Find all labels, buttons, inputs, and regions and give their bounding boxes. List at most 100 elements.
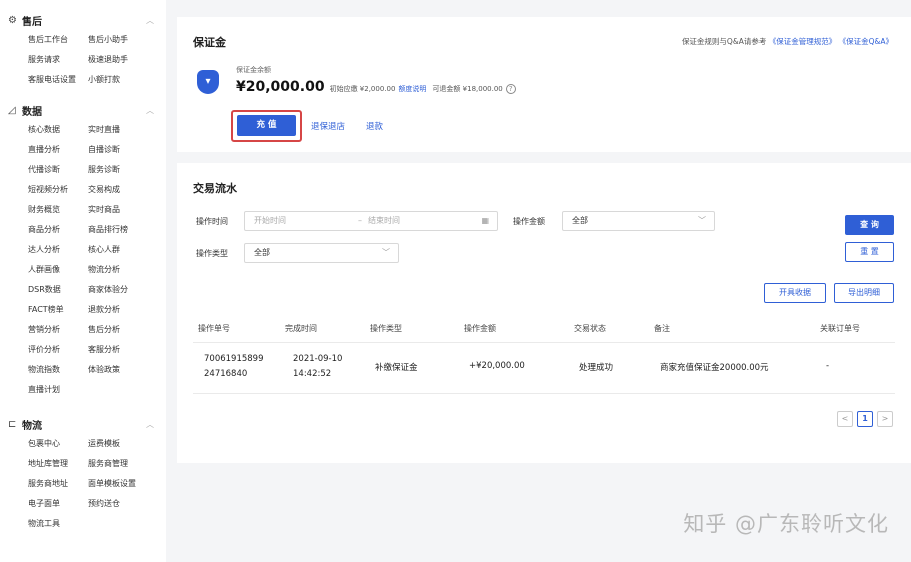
complete-time-date: 2021-09-10: [293, 354, 343, 364]
table-row-divider: [193, 393, 895, 394]
next-page-button[interactable]: >: [877, 411, 893, 427]
column-header: 备注: [654, 324, 670, 333]
chevron-up-icon[interactable]: ︿: [146, 15, 166, 26]
export-button[interactable]: 导出明细: [834, 283, 894, 303]
sidebar-item[interactable]: 物流指数: [28, 360, 88, 380]
order-number: 70061915899: [204, 354, 264, 364]
sidebar-item[interactable]: 物流工具: [28, 514, 88, 534]
sidebar-item[interactable]: 交易构成: [88, 180, 158, 200]
column-header: 操作类型: [370, 324, 402, 333]
range-separator: –: [358, 216, 362, 225]
amount-filter-label: 操作金额: [513, 217, 545, 226]
nav-group-header[interactable]: ⊏ 物流 ︿: [0, 414, 166, 434]
sidebar-item[interactable]: 评价分析: [28, 340, 88, 360]
sidebar-item[interactable]: 包裹中心: [28, 434, 88, 454]
nav-group-logistics: ⊏ 物流 ︿ 包裹中心 运费模板 地址库管理 服务商管理 服务商地址 面单模板设…: [0, 414, 166, 534]
sidebar: ⚙ 售后 ︿ 售后工作台 售后小助手 服务请求 极速退助手 客服电话设置 小额打…: [0, 0, 166, 562]
amount-select[interactable]: 全部 ﹀: [562, 211, 715, 231]
chevron-up-icon[interactable]: ︿: [146, 419, 166, 430]
page-number-button[interactable]: 1: [857, 411, 873, 427]
initial-due: 初始应缴 ¥2,000.00: [329, 85, 396, 93]
withdrawable-amount: 可退金额 ¥18,000.00: [432, 85, 503, 93]
sidebar-item[interactable]: 人群画像: [28, 260, 88, 280]
sidebar-item[interactable]: 预约送仓: [88, 494, 158, 514]
nav-group-header[interactable]: ◿ 数据 ︿: [0, 100, 166, 120]
nav-group-header[interactable]: ⚙ 售后 ︿: [0, 10, 166, 30]
sidebar-item[interactable]: 售后工作台: [28, 30, 88, 50]
sidebar-item[interactable]: 自播诊断: [88, 140, 158, 160]
remark: 商家充值保证金20000.00元: [660, 363, 769, 373]
deposit-qa-link[interactable]: 《保证金Q&A》: [839, 37, 893, 46]
sidebar-item[interactable]: FACT榜单: [28, 300, 88, 320]
deposit-title: 保证金: [193, 36, 226, 49]
refund-store-link[interactable]: 退保退店: [311, 120, 345, 132]
transaction-flow-card: 交易流水 操作时间 开始时间 – 结束时间 ▦ 操作金额 全部 ﹀ 查 询 操作…: [177, 163, 911, 463]
query-button[interactable]: 查 询: [845, 215, 894, 235]
sidebar-item[interactable]: 商品分析: [28, 220, 88, 240]
table-header-divider: [193, 342, 895, 343]
column-header: 操作金额: [464, 324, 496, 333]
sidebar-item[interactable]: 退款分析: [88, 300, 158, 320]
flow-title: 交易流水: [193, 182, 237, 195]
truck-icon: ⊏: [8, 418, 17, 430]
sidebar-item[interactable]: 物流分析: [88, 260, 158, 280]
sidebar-item[interactable]: 财务概览: [28, 200, 88, 220]
sidebar-item[interactable]: 客服电话设置: [28, 70, 88, 90]
date-range-picker[interactable]: 开始时间 – 结束时间 ▦: [244, 211, 498, 231]
prev-page-button[interactable]: <: [837, 411, 853, 427]
sidebar-item[interactable]: 电子面单: [28, 494, 88, 514]
nav-group-title: 数据: [22, 106, 42, 118]
sidebar-item[interactable]: 地址库管理: [28, 454, 88, 474]
column-header: 交易状态: [574, 324, 606, 333]
column-header: 操作单号: [198, 324, 230, 333]
sidebar-item[interactable]: 小额打款: [88, 70, 158, 90]
sidebar-item[interactable]: 服务诊断: [88, 160, 158, 180]
operation-amount: +¥20,000.00: [469, 361, 525, 371]
sidebar-item[interactable]: 实时商品: [88, 200, 158, 220]
calendar-icon: ▦: [481, 216, 489, 225]
sidebar-item[interactable]: 营销分析: [28, 320, 88, 340]
sidebar-item[interactable]: 核心人群: [88, 240, 158, 260]
related-order: -: [826, 361, 830, 371]
sidebar-item[interactable]: 短视频分析: [28, 180, 88, 200]
type-filter-label: 操作类型: [196, 249, 228, 258]
sidebar-item[interactable]: 面单模板设置: [88, 474, 158, 494]
chevron-up-icon[interactable]: ︿: [146, 105, 166, 116]
type-select[interactable]: 全部 ﹀: [244, 243, 399, 263]
time-filter-label: 操作时间: [196, 217, 228, 226]
amount-select-value: 全部: [572, 216, 588, 225]
sidebar-item[interactable]: 服务请求: [28, 50, 88, 70]
nav-group-title: 售后: [22, 16, 42, 28]
sidebar-item[interactable]: 商品排行榜: [88, 220, 158, 240]
sidebar-item[interactable]: 实时直播: [88, 120, 158, 140]
sidebar-item[interactable]: 客服分析: [88, 340, 158, 360]
nav-group-data: ◿ 数据 ︿ 核心数据 实时直播 直播分析 自播诊断 代播诊断 服务诊断 短视频…: [0, 100, 166, 400]
sidebar-item[interactable]: 售后分析: [88, 320, 158, 340]
sidebar-item[interactable]: 体验政策: [88, 360, 158, 380]
sidebar-item[interactable]: 售后小助手: [88, 30, 158, 50]
complete-time-clock: 14:42:52: [293, 369, 332, 379]
balance-amount: ¥20,000.00: [236, 79, 325, 95]
sidebar-item[interactable]: DSR数据: [28, 280, 88, 300]
sidebar-item[interactable]: 直播分析: [28, 140, 88, 160]
reset-button[interactable]: 重 置: [845, 242, 894, 262]
sidebar-item[interactable]: 极速退助手: [88, 50, 158, 70]
deposit-rule-link[interactable]: 《保证金管理规范》: [769, 37, 837, 46]
help-icon[interactable]: ?: [505, 84, 516, 94]
invoice-button[interactable]: 开具收据: [764, 283, 826, 303]
start-time-placeholder: 开始时间: [254, 216, 286, 225]
sidebar-item[interactable]: 服务商地址: [28, 474, 88, 494]
sidebar-item[interactable]: 核心数据: [28, 120, 88, 140]
sidebar-item[interactable]: 服务商管理: [88, 454, 158, 474]
deposit-card: 保证金 保证金规则与Q&A请参考 《保证金管理规范》 《保证金Q&A》 ▾ 保证…: [177, 17, 911, 152]
sidebar-item[interactable]: 达人分析: [28, 240, 88, 260]
sidebar-item[interactable]: 运费模板: [88, 434, 158, 454]
sidebar-item[interactable]: 商家体验分: [88, 280, 158, 300]
sidebar-item[interactable]: 直播计划: [28, 380, 88, 400]
refund-link[interactable]: 退款: [366, 120, 383, 132]
quota-explanation-link[interactable]: 额度说明: [398, 84, 426, 94]
sidebar-item[interactable]: 代播诊断: [28, 160, 88, 180]
chevron-down-icon: ﹀: [382, 248, 390, 257]
recharge-button[interactable]: 充 值: [237, 115, 296, 136]
transaction-status: 处理成功: [579, 363, 614, 373]
